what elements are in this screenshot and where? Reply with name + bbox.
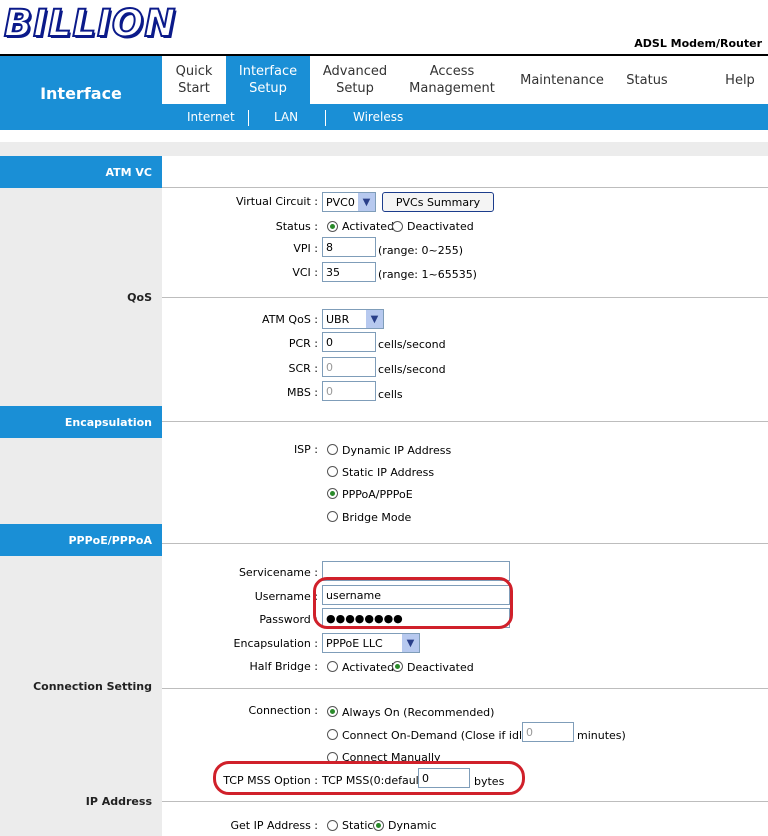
mbs-label: MBS : [286, 386, 318, 399]
vpi-input[interactable] [322, 237, 376, 257]
pvcs-summary-button[interactable]: PVCs Summary [382, 192, 494, 212]
half-bridge-label: Half Bridge : [249, 660, 319, 673]
scr-input[interactable] [322, 357, 376, 377]
virtual-circuit-label: Virtual Circuit : [235, 195, 318, 208]
page-title: Interface [0, 56, 162, 130]
chevron-down-icon: ▼ [366, 310, 383, 328]
half-bridge-deactivated-radio[interactable] [392, 661, 403, 672]
isp-pppoa-pppoe-label: PPPoA/PPPoE [342, 488, 413, 501]
side-panel-pppoe [0, 556, 162, 836]
scr-label: SCR : [288, 362, 318, 375]
section-ip-address: IP Address [85, 795, 152, 808]
scr-unit: cells/second [378, 363, 446, 376]
status-activated-label: Activated [342, 220, 395, 233]
nav-access-management[interactable]: Access Management [400, 56, 504, 104]
section-connection-setting: Connection Setting [33, 680, 152, 693]
pcr-input[interactable] [322, 332, 376, 352]
isp-bridge-radio[interactable] [327, 511, 338, 522]
product-name: ADSL Modem/Router [634, 37, 762, 50]
subnav-separator [248, 110, 249, 126]
virtual-circuit-value: PVC0 [326, 195, 355, 209]
ip-dynamic-radio[interactable] [373, 820, 384, 831]
connection-always-on-radio[interactable] [327, 706, 338, 717]
section-divider [162, 801, 768, 802]
isp-pppoa-pppoe-radio[interactable] [327, 488, 338, 499]
atm-qos-label: ATM QoS : [262, 313, 318, 326]
atm-qos-select[interactable]: UBR ▼ [322, 309, 384, 329]
half-bridge-activated-label: Activated [342, 661, 395, 674]
connection-always-on-label: Always On (Recommended) [342, 706, 495, 719]
vci-label: VCI : [292, 266, 318, 279]
chevron-down-icon: ▼ [402, 634, 419, 652]
ip-static-label: Static [342, 819, 374, 832]
status-deactivated-radio[interactable] [392, 221, 403, 232]
isp-static-radio[interactable] [327, 466, 338, 477]
mbs-input[interactable] [322, 381, 376, 401]
vci-range: (range: 1~65535) [378, 268, 477, 281]
sub-nav [162, 104, 768, 130]
status-deactivated-label: Deactivated [407, 220, 474, 233]
isp-bridge-label: Bridge Mode [342, 511, 412, 524]
mbs-unit: cells [378, 388, 403, 401]
vci-input[interactable] [322, 262, 376, 282]
section-qos: QoS [127, 291, 152, 304]
half-bridge-activated-radio[interactable] [327, 661, 338, 672]
connection-on-demand-label: Connect On-Demand (Close if idle for [342, 729, 548, 742]
vpi-range: (range: 0~255) [378, 244, 463, 257]
ip-dynamic-label: Dynamic [388, 819, 437, 832]
isp-dynamic-radio[interactable] [327, 444, 338, 455]
connection-label: Connection : [248, 704, 318, 717]
section-divider [162, 297, 768, 298]
section-divider [162, 421, 768, 422]
encapsulation-value: PPPoE LLC [326, 636, 383, 650]
half-bridge-deactivated-label: Deactivated [407, 661, 474, 674]
section-encapsulation: Encapsulation [0, 406, 162, 438]
section-divider [162, 187, 768, 188]
encapsulation-label: Encapsulation : [233, 637, 318, 650]
status-label: Status : [275, 220, 318, 233]
idle-minutes-input[interactable] [522, 722, 574, 742]
side-panel-encap [0, 438, 162, 524]
isp-static-label: Static IP Address [342, 466, 435, 479]
password-label: Password : [259, 613, 318, 626]
subnav-internet[interactable]: Internet [187, 104, 235, 130]
vpi-label: VPI : [293, 242, 318, 255]
virtual-circuit-select[interactable]: PVC0 ▼ [322, 192, 376, 212]
section-divider [162, 543, 768, 544]
highlight-tcp-mss [213, 761, 525, 795]
section-divider [162, 688, 768, 689]
nav-status[interactable]: Status [614, 56, 680, 104]
get-ip-label: Get IP Address : [230, 819, 318, 832]
subnav-wireless[interactable]: Wireless [353, 104, 403, 130]
nav-help[interactable]: Help [712, 56, 768, 104]
username-label: Username : [254, 590, 318, 603]
status-activated-radio[interactable] [327, 221, 338, 232]
highlight-credentials [313, 577, 513, 629]
isp-label: ISP : [293, 443, 318, 456]
atm-qos-value: UBR [326, 312, 350, 326]
servicename-label: Servicename : [238, 566, 318, 579]
pcr-unit: cells/second [378, 338, 446, 351]
pcr-label: PCR : [288, 337, 318, 350]
connection-on-demand-radio[interactable] [327, 729, 338, 740]
spacer-strip [0, 142, 768, 156]
section-pppoe: PPPoE/PPPoA [0, 524, 162, 556]
nav-maintenance[interactable]: Maintenance [510, 56, 614, 104]
ip-static-radio[interactable] [327, 820, 338, 831]
billion-logo: BILLION [3, 2, 177, 45]
isp-dynamic-label: Dynamic IP Address [342, 444, 452, 457]
nav-quick-start[interactable]: Quick Start [162, 56, 226, 104]
idle-minutes-unit: minutes) [577, 729, 626, 742]
encapsulation-select[interactable]: PPPoE LLC ▼ [322, 633, 420, 653]
subnav-lan[interactable]: LAN [274, 104, 298, 130]
nav-advanced-setup[interactable]: Advanced Setup [310, 56, 400, 104]
subnav-separator [325, 110, 326, 126]
chevron-down-icon: ▼ [358, 193, 375, 211]
nav-interface-setup[interactable]: Interface Setup [226, 56, 310, 104]
section-atm-vc: ATM VC [0, 156, 162, 188]
